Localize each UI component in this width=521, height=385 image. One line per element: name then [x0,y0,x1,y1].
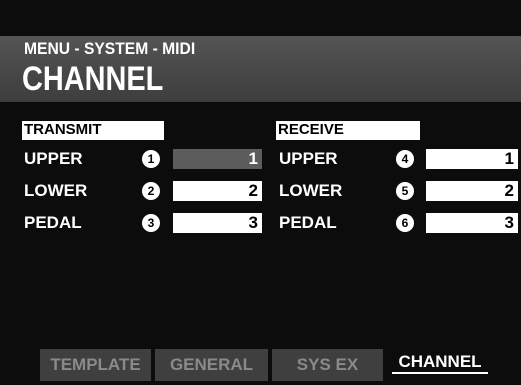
transmit-lower-label: LOWER [24,181,88,200]
tab-channel[interactable]: CHANNEL [387,349,493,381]
transmit-pedal-number-badge: 3 [142,214,160,232]
menu-breadcrumb: MENU - SYSTEM - MIDI [24,39,196,58]
transmit-pedal-label: PEDAL [24,213,82,232]
receive-header-underline [276,139,420,140]
transmit-upper-label: UPPER [24,149,83,168]
transmit-header-underline [22,139,164,140]
transmit-upper-channel-field[interactable]: 1 [173,149,262,169]
transmit-upper-number-badge: 1 [142,150,160,168]
receive-lower-number-badge: 5 [396,182,414,200]
receive-pedal-label: PEDAL [279,213,337,232]
receive-pedal-number-badge: 6 [396,214,414,232]
tab-template[interactable]: TEMPLATE [40,349,151,381]
tab-sys-ex[interactable]: SYS EX [272,349,383,381]
receive-upper-number-badge: 4 [396,150,414,168]
receive-lower-channel-field[interactable]: 2 [426,181,518,201]
transmit-lower-channel-field[interactable]: 2 [173,181,262,201]
transmit-lower-number-badge: 2 [142,182,160,200]
tab-general[interactable]: GENERAL [155,349,268,381]
receive-pedal-channel-field[interactable]: 3 [426,213,518,233]
receive-upper-channel-field[interactable]: 1 [426,149,518,169]
transmit-pedal-channel-field[interactable]: 3 [173,213,262,233]
transmit-section-header: TRANSMIT [22,121,164,139]
page-title: CHANNEL [22,60,164,98]
receive-section-header: RECEIVE [276,121,420,139]
midi-channel-screen: MENU - SYSTEM - MIDI CHANNEL TRANSMIT UP… [0,0,521,385]
active-tab-indicator [392,372,488,374]
receive-upper-label: UPPER [279,149,338,168]
receive-lower-label: LOWER [279,181,343,200]
